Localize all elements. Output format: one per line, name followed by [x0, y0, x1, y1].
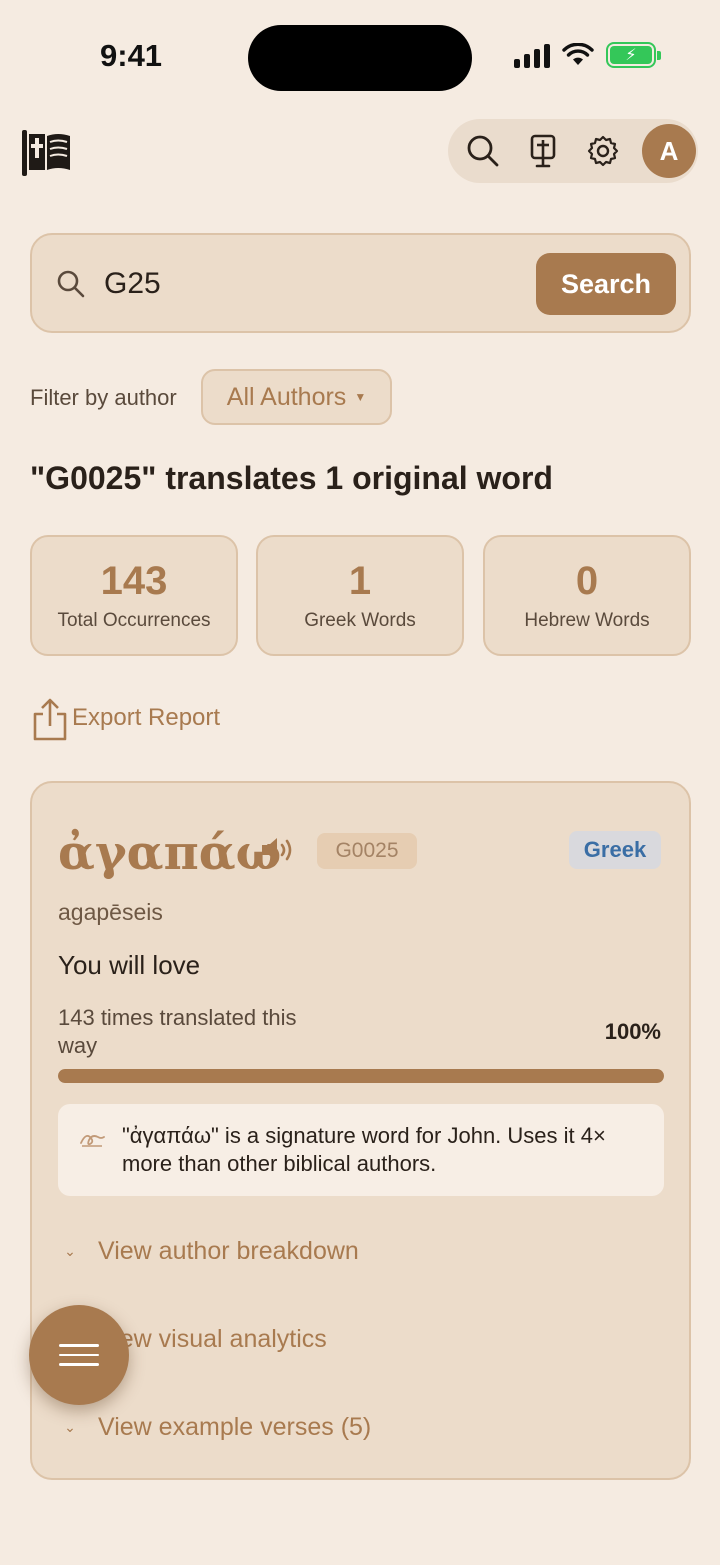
app-logo-icon: [22, 130, 70, 176]
filter-label: Filter by author: [30, 385, 177, 410]
search-field-icon: [57, 270, 85, 298]
chevron-down-icon: ⌄: [64, 1243, 76, 1259]
signature-quill-icon: [80, 1134, 105, 1147]
stat-card-greek-words: 1 Greek Words: [256, 535, 464, 656]
gloss-text: You will love: [58, 950, 201, 980]
search-button[interactable]: Search: [536, 253, 676, 315]
gear-icon[interactable]: [582, 130, 624, 172]
bible-scroll-icon[interactable]: [522, 130, 564, 172]
results-heading: "G0025" translates 1 original word: [30, 460, 553, 496]
stat-value: 143: [100, 559, 168, 603]
author-filter-dropdown[interactable]: All Authors ▼: [201, 369, 392, 425]
dropdown-caret-icon: ▼: [354, 390, 367, 404]
battery-charging-icon: ⚡: [606, 42, 661, 68]
cellular-signal-icon: [514, 42, 550, 68]
share-icon: [33, 698, 67, 741]
translation-percent: 100%: [604, 1019, 661, 1044]
strongs-number-badge: G0025: [317, 833, 417, 869]
language-badge: Greek: [569, 831, 661, 869]
progress-fill: [58, 1069, 664, 1083]
search-input[interactable]: [104, 263, 524, 305]
transliteration: agapēseis: [58, 899, 163, 925]
author-insight-box: "ἀγαπάω" is a signature word for John. U…: [58, 1104, 664, 1196]
stat-card-hebrew-words: 0 Hebrew Words: [483, 535, 691, 656]
translation-progress-bar: [58, 1069, 664, 1083]
status-icons: ⚡: [514, 42, 661, 68]
hamburger-line: [59, 1344, 99, 1347]
export-report-button[interactable]: Export Report: [30, 698, 220, 742]
example-verses-expander[interactable]: ⌄ View example verses (5): [58, 1413, 371, 1442]
lemma-text: ἀγαπάω: [58, 825, 282, 881]
translation-count: 143 times translated this way: [58, 1005, 297, 1058]
stat-card-total-occurrences: 143 Total Occurrences: [30, 535, 238, 656]
search-bar: Search: [30, 233, 691, 333]
author-filter-value: All Authors: [226, 382, 347, 411]
stat-label: Total Occurrences: [57, 610, 211, 631]
dynamic-island: [248, 25, 472, 91]
avatar[interactable]: A: [642, 124, 696, 178]
author-breakdown-expander[interactable]: ⌄ View author breakdown: [58, 1237, 359, 1266]
top-toolbar: A: [448, 119, 698, 183]
stat-label: Hebrew Words: [524, 610, 650, 631]
word-result-card: ἀγαπάω G0025 Greek agapēseis You will lo…: [30, 781, 691, 1480]
hamburger-line: [59, 1363, 99, 1366]
export-report-label: Export Report: [72, 704, 221, 731]
status-time: 9:41: [100, 38, 163, 73]
expander-label: View author breakdown: [98, 1237, 359, 1265]
chevron-down-icon: ⌄: [64, 1419, 76, 1435]
stat-label: Greek Words: [304, 610, 416, 631]
insight-text: "ἀγαπάω" is a signature word for John. U…: [122, 1123, 606, 1176]
speaker-icon[interactable]: [260, 835, 296, 865]
stat-value: 0: [575, 559, 599, 603]
search-icon[interactable]: [462, 130, 504, 172]
hamburger-line: [59, 1353, 99, 1357]
menu-fab-button[interactable]: [29, 1305, 129, 1405]
expander-label: View example verses (5): [98, 1413, 372, 1441]
wifi-icon: [562, 43, 594, 65]
expander-label: View visual analytics: [98, 1325, 327, 1353]
stat-value: 1: [348, 559, 372, 603]
